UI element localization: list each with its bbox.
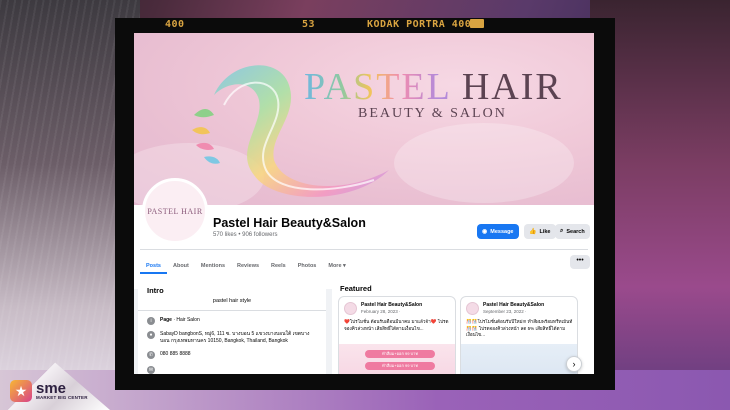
intro-card: Intro pastel hair style i Page · Hair Sa… [138, 280, 326, 374]
tab-mentions[interactable]: Mentions [195, 258, 231, 274]
tab-photos[interactable]: Photos [292, 258, 323, 274]
phone-icon: ✆ [147, 351, 155, 359]
featured-post[interactable]: Pastel Hair Beauty&Salon September 23, 2… [460, 296, 578, 374]
email-icon: ✉ [147, 366, 155, 374]
intro-address: ● SabayD bangbonS, หมู่6, 111 ซ. บางบอน … [147, 331, 319, 345]
search-button[interactable]: ⌕ Search [555, 224, 590, 239]
brand-word-hair: HAIR [461, 66, 563, 108]
film-frame-number: 53 [302, 19, 316, 30]
brand-title: PASTEL HAIR [304, 65, 563, 109]
intro-title: Intro [147, 286, 164, 295]
page-tabs: Posts About Mentions Reviews Reels Photo… [140, 258, 352, 274]
sme-logo-word: sme [36, 380, 67, 398]
cover-cloud [394, 123, 574, 203]
intro-email: ✉ [147, 366, 319, 374]
sme-logo-subtitle: MARKET BIG CENTER [36, 395, 88, 401]
facebook-page-screenshot: PASTEL HAIR BEAUTY & SALON PASTEL HAIR Pa… [134, 33, 594, 374]
cover-photo: PASTEL HAIR BEAUTY & SALON [134, 33, 594, 205]
page-title[interactable]: Pastel Hair Beauty&Salon [213, 216, 366, 230]
featured-title: Featured [340, 284, 372, 293]
more-options-button[interactable]: ••• [570, 255, 590, 269]
featured-post[interactable]: Pastel Hair Beauty&Salon February 28, 20… [338, 296, 456, 374]
header-divider [140, 249, 588, 250]
info-icon: i [147, 317, 155, 325]
intro-category-label: Page [160, 317, 172, 323]
brand-word-pastel: PASTEL [304, 66, 452, 108]
sme-logo: ★ sme MARKET BIG CENTER [10, 380, 88, 402]
tab-reels[interactable]: Reels [265, 258, 292, 274]
page-stats[interactable]: 570 likes • 906 followers [213, 232, 277, 238]
intro-category: i Page · Hair Salon [147, 317, 319, 325]
avatar-logo-text: PASTEL HAIR [147, 206, 203, 216]
intro-address-text[interactable]: SabayD bangbonS, หมู่6, 111 ซ. บางบอน 5 … [160, 331, 319, 345]
tab-about[interactable]: About [167, 258, 195, 274]
post-image[interactable] [461, 344, 577, 374]
intro-bio: pastel hair style [212, 298, 252, 304]
next-arrow-icon[interactable]: › [566, 356, 582, 372]
tab-posts[interactable]: Posts [140, 258, 167, 274]
post-author[interactable]: Pastel Hair Beauty&Salon [483, 302, 544, 308]
intro-divider [138, 310, 326, 311]
film-label-left: 400 [165, 19, 185, 30]
post-avatar [344, 302, 357, 315]
promo-pill: ทำสีผม+ออก 99 บาท [365, 350, 435, 358]
messenger-icon: ◉ [482, 229, 488, 235]
post-text: ❤️โปรโมชั่น ต้อนรับเดือนมีนาคม มาแล้วจ้า… [344, 319, 449, 331]
tab-more[interactable]: More ▾ [322, 258, 351, 274]
promo-pill: ทำสีผม+ออก 99 บาท [365, 362, 435, 370]
intro-phone: ✆ 080 885 8888 [147, 351, 319, 359]
thumbs-up-icon: 👍 [529, 229, 537, 235]
search-icon: ⌕ [560, 228, 564, 234]
message-button-label: Message [490, 228, 514, 235]
post-text: 🎊🎊โปรโมชั่นต้อนรับปีใหม่!!! ทำสีผมพร้อมท… [466, 319, 573, 338]
message-button[interactable]: ◉ Message [477, 224, 519, 239]
profile-header: PASTEL HAIR Pastel Hair Beauty&Salon 570… [134, 178, 594, 289]
brand-subtitle: BEAUTY & SALON [358, 106, 507, 121]
post-author[interactable]: Pastel Hair Beauty&Salon [361, 302, 422, 308]
like-button[interactable]: 👍 Like [524, 224, 556, 239]
intro-category-value[interactable]: · Hair Salon [172, 317, 199, 323]
search-button-label: Search [566, 228, 585, 235]
star-icon: ★ [10, 380, 32, 402]
location-pin-icon: ● [147, 331, 155, 339]
post-date[interactable]: September 23, 2022 · [483, 309, 527, 314]
film-marker [470, 19, 484, 28]
tab-reviews[interactable]: Reviews [231, 258, 265, 274]
post-image[interactable]: ทำสีผม+ออก 99 บาท ทำสีผม+ออก 99 บาท [339, 344, 455, 374]
like-button-label: Like [539, 228, 551, 235]
post-date[interactable]: February 28, 2023 · [361, 309, 401, 314]
post-avatar [466, 302, 479, 315]
featured-card: Featured Pastel Hair Beauty&Salon Februa… [332, 280, 594, 374]
intro-phone-text: 080 885 8888 [160, 351, 191, 357]
film-stock-label: KODAK PORTRA 400 [367, 19, 472, 30]
avatar[interactable]: PASTEL HAIR [142, 178, 208, 244]
